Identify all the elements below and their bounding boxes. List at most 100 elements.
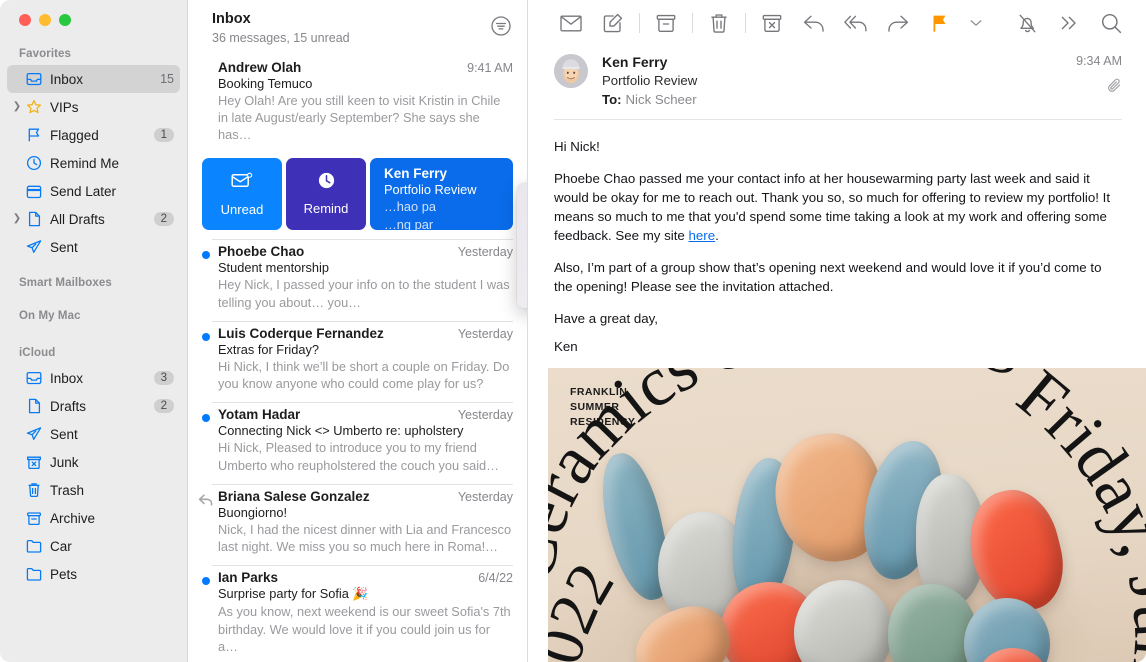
forward-button[interactable]: [877, 8, 919, 38]
star-icon: [23, 99, 45, 115]
sidebar-item-vips[interactable]: ❯ VIPs: [7, 93, 180, 121]
sidebar-item-flagged[interactable]: Flagged 1: [7, 121, 180, 149]
remind-me-context-menu[interactable]: Remind me in 1 hour Remind me Tonight Re…: [517, 183, 527, 308]
menu-item-remind-later[interactable]: Remind me Later…: [517, 273, 527, 301]
sidebar-item-remind-me[interactable]: Remind Me: [7, 149, 180, 177]
sidebar-item-icloud-sent[interactable]: Sent: [7, 420, 180, 448]
clock-icon: [23, 155, 45, 171]
paperclip-icon[interactable]: [1042, 78, 1122, 98]
mail-window: Favorites Inbox 15 ❯ VIPs Flagged 1 Remi…: [0, 0, 1146, 662]
minimize-button[interactable]: [39, 14, 51, 26]
message-date: Yesterday: [457, 489, 513, 504]
sidebar-item-pets[interactable]: Pets: [7, 560, 180, 588]
toolbar-divider: [639, 13, 640, 33]
sidebar: Favorites Inbox 15 ❯ VIPs Flagged 1 Remi…: [0, 0, 188, 662]
list-item[interactable]: Phoebe Chao Yesterday Student mentorship…: [188, 239, 527, 321]
message-header-main: Ken Ferry Portfolio Review To: Nick Schee…: [602, 54, 1042, 107]
reply-button[interactable]: [793, 8, 835, 38]
sidebar-item-label: Send Later: [50, 183, 117, 199]
message-date: Yesterday: [457, 326, 513, 341]
sidebar-section-smart-mailboxes: Smart Mailboxes: [19, 277, 112, 289]
site-link[interactable]: here: [689, 228, 716, 243]
swiped-message-card[interactable]: Ken Ferry Portfolio Review …hao pa …ng p…: [370, 158, 513, 231]
trash-icon: [23, 482, 45, 498]
menu-item-remind-1-hour[interactable]: Remind me in 1 hour: [517, 189, 527, 217]
attachment-poster[interactable]: FRANKLIN SUMMER RESIDENCY Ceramics & Pai…: [548, 368, 1146, 662]
filter-icon[interactable]: [489, 14, 513, 38]
sidebar-item-label: Flagged: [50, 127, 99, 143]
body-p1-tail: .: [715, 228, 719, 243]
message-preview: As you know, next weekend is our sweet S…: [218, 604, 511, 655]
sidebar-item-junk[interactable]: Junk: [7, 448, 180, 476]
more-button[interactable]: [1048, 8, 1090, 38]
inbox-icon: [23, 371, 45, 385]
sidebar-item-inbox[interactable]: Inbox 15: [7, 65, 180, 93]
list-item[interactable]: Andrew Olah 9:41 AM Booking Temuco Hey O…: [188, 56, 527, 154]
compose-button[interactable]: [592, 8, 634, 38]
chevron-right-icon[interactable]: ❯: [11, 214, 23, 224]
menu-item-remind-tonight[interactable]: Remind me Tonight: [517, 217, 527, 245]
body-greeting: Hi Nick!: [554, 139, 600, 154]
arc-title: Ceramics & Painting: [548, 368, 1034, 586]
mute-button[interactable]: [1006, 8, 1048, 38]
list-item[interactable]: Yotam Hadar Yesterday Connecting Nick <>…: [188, 402, 527, 484]
message-subject: Student mentorship: [218, 260, 329, 276]
message-body: Hi Nick! Phoebe Chao passed me your cont…: [528, 120, 1146, 356]
junk-button[interactable]: [751, 8, 793, 38]
sidebar-item-count: 2: [153, 212, 174, 226]
svg-text:Ceramics & Painting: Ceramics & Painting: [548, 368, 1034, 586]
to-label: To:: [602, 92, 622, 107]
message-count-status: 36 messages, 15 unread: [212, 30, 350, 45]
archive-button[interactable]: [645, 8, 687, 38]
search-icon[interactable]: [1090, 8, 1132, 38]
sidebar-item-all-drafts[interactable]: ❯ All Drafts 2: [7, 205, 180, 233]
message-subject: Booking Temuco: [218, 75, 313, 91]
paper-plane-icon: [23, 426, 45, 442]
junk-icon: [23, 455, 45, 470]
sidebar-item-label: Trash: [50, 482, 85, 498]
list-item[interactable]: Ian Parks 6/4/22 Surprise party for Sofi…: [188, 565, 527, 662]
message-preview-line2: …ng par: [384, 216, 434, 231]
replied-icon: [198, 493, 214, 507]
sidebar-item-count: 3: [153, 371, 174, 385]
swipe-unread-label: Unread: [220, 201, 264, 217]
message-rows: Andrew Olah 9:41 AM Booking Temuco Hey O…: [188, 56, 527, 662]
menu-item-remind-tomorrow[interactable]: Remind me Tomorrow: [517, 245, 527, 273]
flag-button[interactable]: [919, 8, 961, 38]
folder-icon: [23, 539, 45, 553]
sidebar-item-trash[interactable]: Trash: [7, 476, 180, 504]
svg-text:022: 022: [548, 551, 627, 662]
swipe-unread-button[interactable]: Unread: [202, 158, 282, 231]
message-recipients: To: Nick Scheer: [602, 92, 1042, 107]
sidebar-item-send-later[interactable]: Send Later: [7, 177, 180, 205]
to-value[interactable]: Nick Scheer: [626, 92, 697, 107]
sidebar-item-count: 1: [153, 128, 174, 142]
close-button[interactable]: [19, 14, 31, 26]
mark-unread-button[interactable]: [550, 8, 592, 38]
sidebar-item-car[interactable]: Car: [7, 532, 180, 560]
delete-button[interactable]: [698, 8, 740, 38]
sidebar-item-icloud-drafts[interactable]: Drafts 2: [7, 392, 180, 420]
flag-menu-button[interactable]: [961, 8, 991, 38]
clock-icon: [318, 172, 335, 194]
unread-indicator: [202, 332, 210, 341]
list-item[interactable]: Briana Salese Gonzalez Yesterday Buongio…: [188, 483, 527, 566]
chevron-right-icon[interactable]: ❯: [11, 102, 23, 112]
body-paragraph-2: Also, I’m part of a group show that’s op…: [554, 260, 1102, 294]
reading-pane: Ken Ferry Portfolio Review To: Nick Schee…: [528, 0, 1146, 662]
sidebar-item-sent[interactable]: Sent: [7, 233, 180, 261]
message-subject: Extras for Friday?: [218, 341, 319, 357]
message-preview: Hi Nick, Pleased to introduce you to my …: [218, 440, 499, 473]
reply-all-button[interactable]: [835, 8, 877, 38]
body-closing: Have a great day,: [554, 311, 658, 326]
inbox-icon: [23, 72, 45, 86]
sidebar-item-archive[interactable]: Archive: [7, 504, 180, 532]
sidebar-item-icloud-inbox[interactable]: Inbox 3: [7, 364, 180, 392]
swipe-remind-button[interactable]: Remind: [286, 158, 366, 231]
message-date: 6/4/22: [478, 571, 513, 586]
zoom-button[interactable]: [59, 14, 71, 26]
poster-arc-text: Ceramics & Painting Friday, June 022: [548, 368, 1146, 662]
sidebar-item-label: Car: [50, 538, 72, 554]
list-item[interactable]: Luis Coderque Fernandez Yesterday Extras…: [188, 320, 527, 403]
document-icon: [23, 211, 45, 227]
